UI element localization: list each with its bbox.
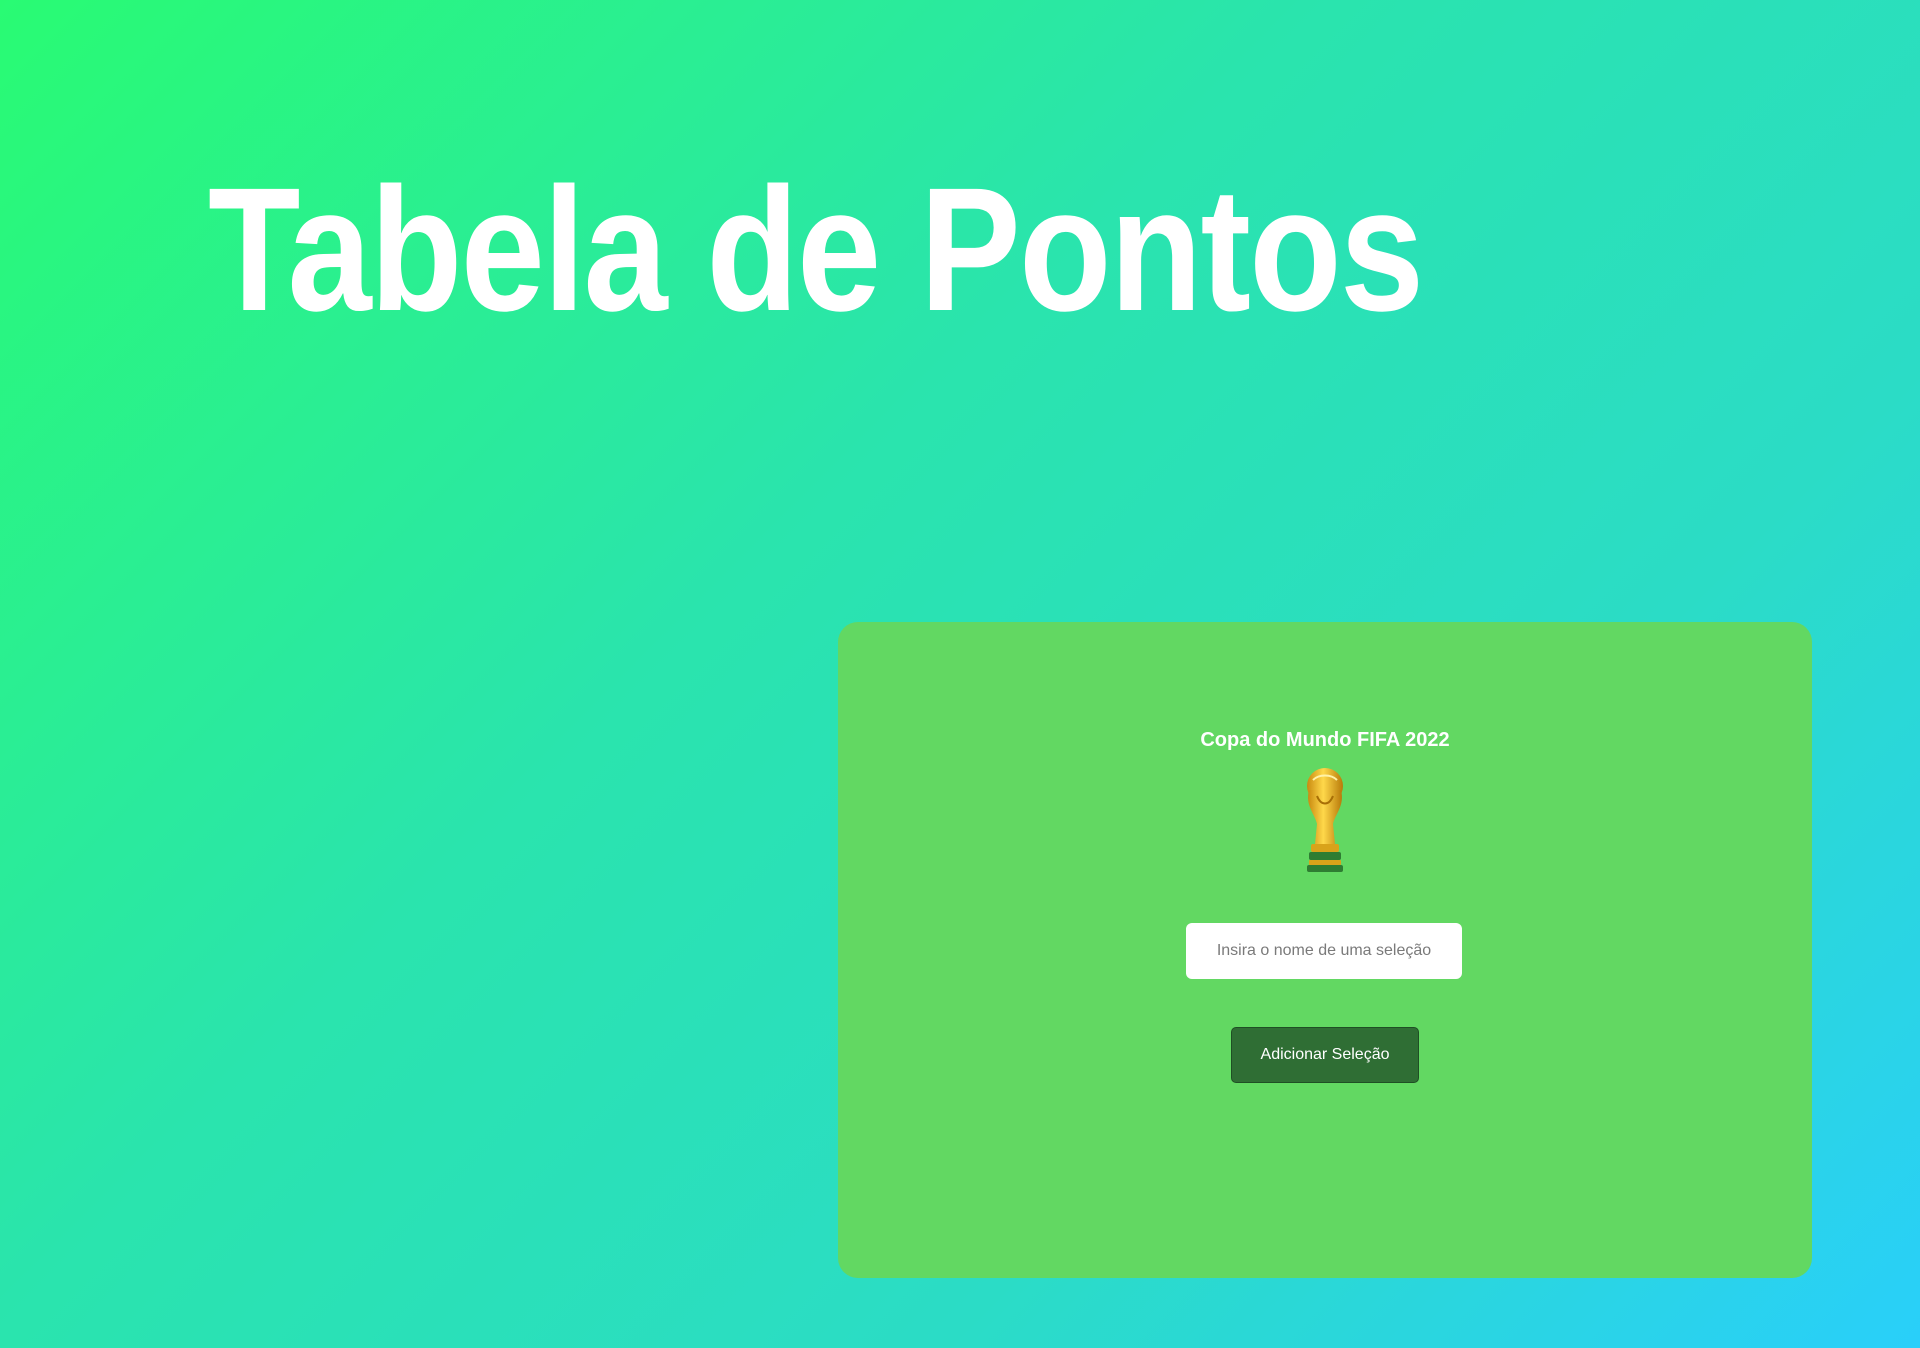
team-name-input[interactable] xyxy=(1186,923,1462,979)
trophy-icon xyxy=(1307,768,1343,872)
page-title: Tabela de Pontos xyxy=(208,152,1424,348)
card-title: Copa do Mundo FIFA 2022 xyxy=(1200,729,1450,751)
add-team-button[interactable]: Adicionar Seleção xyxy=(1231,1027,1419,1083)
team-form-card: Copa do Mundo FIFA 2022 Adicionar Seleçã… xyxy=(838,622,1812,1278)
